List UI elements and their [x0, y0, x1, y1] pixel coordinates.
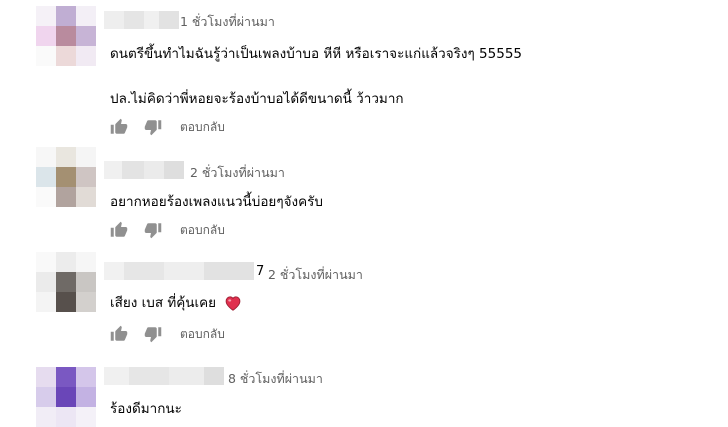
comment-actions: ตอบกลับ — [110, 221, 225, 239]
thumb-up-icon[interactable] — [110, 325, 128, 343]
comment-text-content: เสียง เบส ที่คุ้นเคย — [110, 295, 217, 311]
thumb-down-icon[interactable] — [144, 118, 162, 136]
avatar[interactable] — [36, 147, 96, 207]
comment-text: ร้องดีมากนะ — [110, 401, 182, 417]
avatar[interactable] — [36, 367, 96, 427]
thumb-up-icon[interactable] — [110, 221, 128, 239]
avatar[interactable] — [36, 252, 96, 312]
comment-time[interactable]: 2 ชั่วโมงที่ผ่านมา — [268, 265, 363, 285]
author-name[interactable] — [104, 11, 179, 29]
reply-button[interactable]: ตอบกลับ — [180, 325, 225, 344]
author-name[interactable] — [104, 161, 184, 179]
comment-item: 1 ชั่วโมงที่ผ่านมา ดนตรีขึ้นทำไมฉันรู้ว่… — [0, 0, 728, 140]
comment-time[interactable]: 2 ชั่วโมงที่ผ่านมา — [190, 163, 285, 183]
comment-item: 8 ชั่วโมงที่ผ่านมา ร้องดีมากนะ — [0, 355, 728, 427]
comment-time[interactable]: 1 ชั่วโมงที่ผ่านมา — [180, 12, 275, 32]
comment-text: อยากหอยร้องเพลงแนวนี้บ่อยๆจังครับ — [110, 194, 323, 210]
author-name-suffix[interactable]: 7 — [256, 264, 264, 279]
comment-text: ดนตรีขึ้นทำไมฉันรู้ว่าเป็นเพลงบ้าบอ หีหี… — [110, 46, 523, 62]
thumb-down-icon[interactable] — [144, 325, 162, 343]
author-name[interactable] — [104, 367, 224, 385]
comment-item: 2 ชั่วโมงที่ผ่านมา อยากหอยร้องเพลงแนวนี้… — [0, 140, 728, 245]
heart-emoji-icon — [226, 296, 241, 311]
comment-text: เสียง เบส ที่คุ้นเคย — [110, 291, 242, 313]
comment-actions: ตอบกลับ — [110, 118, 225, 136]
comment-text: ปล.ไม่คิดว่าพี่หอยจะร้องบ้าบอได้ดีขนาดนี… — [110, 91, 404, 107]
comment-time[interactable]: 8 ชั่วโมงที่ผ่านมา — [228, 369, 323, 389]
thumb-down-icon[interactable] — [144, 221, 162, 239]
reply-button[interactable]: ตอบกลับ — [180, 118, 225, 137]
comment-actions: ตอบกลับ — [110, 325, 225, 343]
avatar[interactable] — [36, 6, 96, 66]
comment-item: 7 2 ชั่วโมงที่ผ่านมา เสียง เบส ที่คุ้นเค… — [0, 245, 728, 355]
thumb-up-icon[interactable] — [110, 118, 128, 136]
reply-button[interactable]: ตอบกลับ — [180, 221, 225, 240]
author-name[interactable] — [104, 262, 254, 280]
